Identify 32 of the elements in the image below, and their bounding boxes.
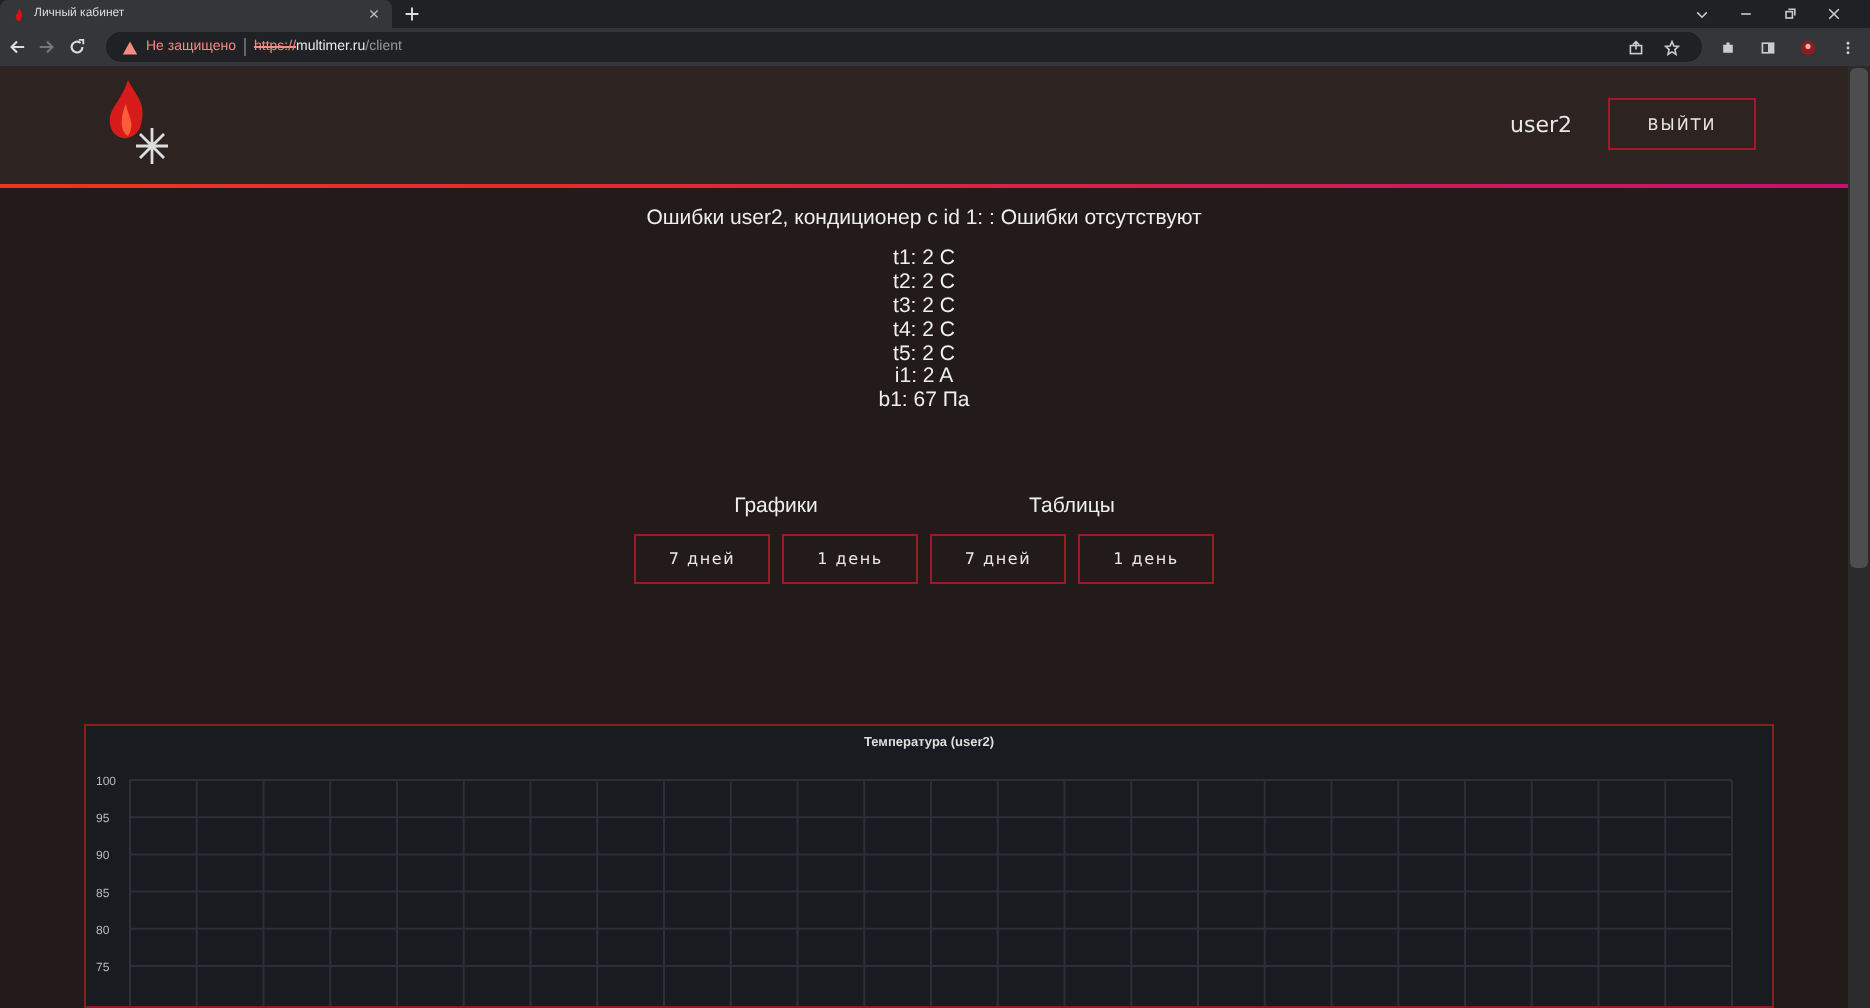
share-icon[interactable] [1628, 39, 1644, 55]
sensor-reading: t5: 2 C [893, 343, 955, 366]
flame-icon [12, 7, 26, 21]
sensor-reading: t3: 2 C [893, 296, 955, 320]
period-button[interactable]: 7 дней [930, 534, 1066, 584]
logout-button[interactable]: ВЫЙТИ [1608, 98, 1756, 151]
back-arrow-icon[interactable] [8, 38, 26, 56]
username: user2 [1510, 111, 1572, 138]
sensor-reading: i1: 2 A [894, 366, 954, 390]
sensor-reading: b1: 67 Па [878, 390, 970, 414]
period-button[interactable]: 1 день [1078, 534, 1214, 584]
scrollbar[interactable] [1848, 66, 1870, 1008]
close-icon[interactable] [368, 8, 380, 20]
warning-icon [122, 39, 138, 55]
star-icon[interactable] [1664, 39, 1680, 55]
sidebar-icon[interactable] [1760, 39, 1776, 55]
section-title: Графики [734, 494, 818, 518]
sensor-reading: t1: 2 C [893, 248, 955, 273]
sensor-reading: t2: 2 C [893, 272, 955, 297]
restore-icon[interactable] [1782, 6, 1798, 22]
close-icon[interactable] [1826, 6, 1842, 22]
flame-snowflake-logo-icon[interactable] [104, 80, 168, 169]
period-button[interactable]: 1 день [782, 534, 918, 584]
section-title: Таблицы [1029, 494, 1115, 518]
reload-icon[interactable] [68, 38, 86, 56]
forward-arrow-icon[interactable] [38, 38, 56, 56]
chevron-down-icon[interactable] [1694, 6, 1710, 22]
period-button[interactable]: 7 дней [634, 534, 770, 584]
profile-avatar-icon[interactable] [1800, 39, 1816, 55]
plus-icon[interactable] [404, 6, 420, 22]
sensor-reading: t4: 2 C [893, 319, 955, 344]
error-status-text: Ошибки user2, кондиционер с id 1: : Ошибки отсутствуют [646, 206, 1202, 231]
